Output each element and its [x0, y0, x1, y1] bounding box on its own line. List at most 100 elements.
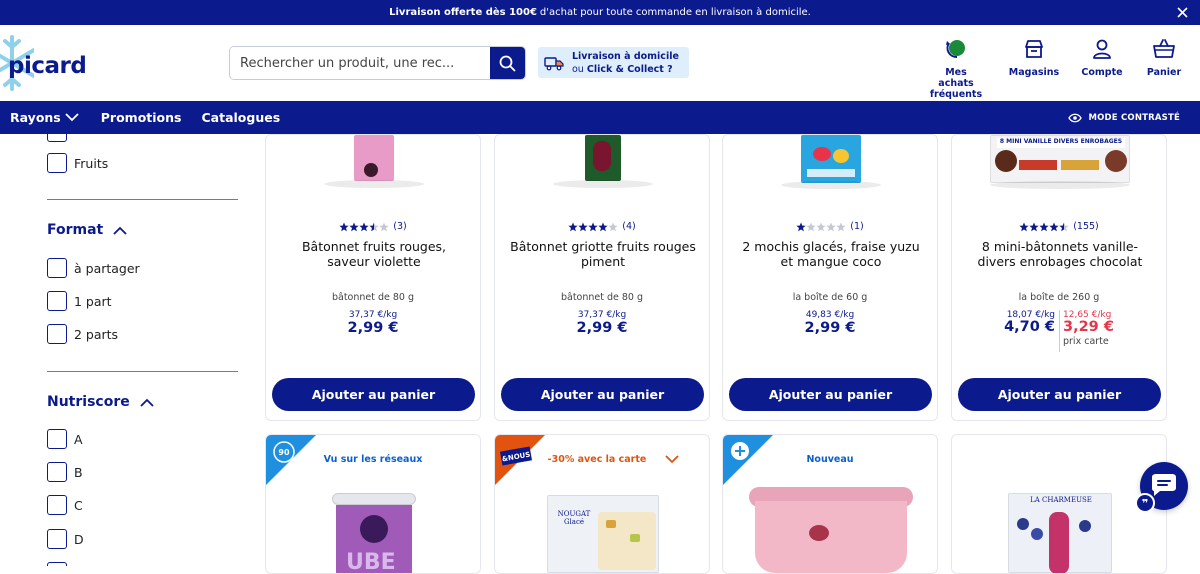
- logo-text: picard: [8, 53, 87, 79]
- product-price: 2,99 €: [804, 320, 856, 336]
- filter-option-nutri-d[interactable]: D: [47, 529, 84, 549]
- product-rating: (4): [495, 221, 709, 232]
- product-weight: bâtonnet de 80 g: [560, 292, 644, 303]
- filter-option-1-part[interactable]: 1 part: [47, 291, 112, 311]
- product-price: 2,99 €: [576, 320, 628, 336]
- product-tag: Vu sur les réseaux: [323, 454, 423, 465]
- product-image[interactable]: [749, 487, 913, 573]
- picard-logo[interactable]: picard: [0, 33, 110, 93]
- filter-option-nutri-b[interactable]: B: [47, 462, 83, 482]
- add-to-cart-button[interactable]: Ajouter au panier: [958, 378, 1161, 411]
- star-icon: [1049, 222, 1059, 231]
- delivery-mode-button[interactable]: Livraison à domicile ou Click & Collect …: [538, 47, 689, 78]
- product-card[interactable]: Nouveau: [722, 434, 938, 574]
- filter-option-label: D: [74, 531, 84, 547]
- format-filter-header[interactable]: Format: [47, 222, 127, 238]
- checkbox[interactable]: [47, 529, 67, 549]
- product-name[interactable]: Bâtonnet fruits rouges, saveur violette: [280, 239, 468, 269]
- product-card[interactable]: (3) Bâtonnet fruits rouges, saveur viole…: [265, 134, 481, 421]
- delivery-line1: Livraison à domicile: [572, 50, 679, 62]
- frequent-purchases-link[interactable]: Mes achats fréquents: [926, 37, 986, 100]
- rating-stars: [796, 222, 846, 232]
- product-card[interactable]: (4) Bâtonnet griotte fruits rouges pimen…: [494, 134, 710, 421]
- product-image[interactable]: [354, 135, 394, 181]
- star-icon: [806, 222, 816, 231]
- rating-stars: [1019, 222, 1069, 232]
- product-weight: la boîte de 260 g: [1018, 292, 1100, 303]
- top-banner: Livraison offerte dès 100€ d'achat pour …: [0, 0, 1200, 25]
- search-button[interactable]: [490, 47, 525, 79]
- product-image[interactable]: [801, 135, 861, 183]
- contrast-mode-toggle[interactable]: MODE CONTRASTÉ: [1068, 101, 1180, 134]
- filter-option-a-partager[interactable]: à partager: [47, 258, 140, 278]
- nutriscore-filter-header[interactable]: Nutriscore: [47, 394, 154, 410]
- product-name[interactable]: Bâtonnet griotte fruits rouges piment: [509, 239, 697, 269]
- delivery-text: Livraison à domicile ou Click & Collect …: [572, 50, 679, 76]
- checkbox[interactable]: [47, 462, 67, 482]
- search-input[interactable]: [230, 47, 490, 79]
- filter-option-label: C: [74, 497, 83, 513]
- cart-link[interactable]: Panier: [1144, 37, 1184, 78]
- filter-option-2-parts[interactable]: 2 parts: [47, 324, 118, 344]
- filter-option-nutri-c[interactable]: C: [47, 495, 83, 515]
- eye-icon: [1068, 113, 1083, 122]
- checkbox[interactable]: [47, 429, 67, 449]
- product-image[interactable]: NOUGAT Glacé: [547, 495, 659, 573]
- rating-count: (155): [1073, 221, 1099, 232]
- search-bar: [229, 46, 526, 80]
- product-card[interactable]: 8 MINI VANILLE DIVERS ENROBAGES (155) 8 …: [951, 134, 1167, 421]
- rating-stars: [568, 222, 618, 232]
- star-icon: [588, 222, 598, 231]
- star-icon: [826, 222, 836, 231]
- checkbox[interactable]: [47, 153, 67, 173]
- rating-stars: [339, 222, 389, 232]
- checkbox[interactable]: [47, 291, 67, 311]
- basket-icon: [1153, 39, 1175, 58]
- product-image[interactable]: [585, 135, 621, 181]
- filter-option-label: 1 part: [74, 293, 112, 309]
- close-icon[interactable]: [1174, 4, 1190, 20]
- divider: [47, 199, 238, 200]
- add-to-cart-button[interactable]: Ajouter au panier: [272, 378, 475, 411]
- promo-tag-row[interactable]: -30% avec la carte: [495, 454, 709, 465]
- product-image[interactable]: 8 MINI VANILLE DIVERS ENROBAGES: [990, 135, 1130, 183]
- checkbox[interactable]: [47, 134, 67, 142]
- filter-option-nutri-a[interactable]: A: [47, 429, 83, 449]
- nav-promotions-label: Promotions: [100, 110, 182, 125]
- star-icon: [379, 222, 389, 231]
- chevron-up-icon: [113, 226, 127, 235]
- product-card[interactable]: (1) 2 mochis glacés, fraise yuzu et mang…: [722, 134, 938, 421]
- filter-option-nutri-e[interactable]: [47, 562, 74, 566]
- add-to-cart-button[interactable]: Ajouter au panier: [729, 378, 932, 411]
- star-icon: [568, 222, 578, 231]
- filter-option-label: B: [74, 464, 83, 480]
- star-icon: [608, 222, 618, 231]
- product-price-per-kg: 37,37 €/kg: [348, 310, 398, 320]
- product-image[interactable]: UBE: [332, 493, 416, 573]
- product-image[interactable]: LA CHARMEUSE: [1008, 493, 1112, 573]
- product-name[interactable]: 8 mini-bâtonnets vanille-divers enrobage…: [966, 239, 1154, 269]
- nav-catalogues[interactable]: Catalogues: [201, 110, 280, 125]
- nav-promotions[interactable]: Promotions: [101, 110, 182, 125]
- star-icon: [1019, 222, 1029, 231]
- product-rating: (155): [952, 221, 1166, 232]
- filter-option-label: 2 parts: [74, 326, 119, 342]
- checkbox[interactable]: [47, 324, 67, 344]
- checkbox[interactable]: [47, 562, 67, 566]
- checkbox[interactable]: [47, 258, 67, 278]
- product-card[interactable]: 90 Vu sur les réseaux UBE: [265, 434, 481, 574]
- product-name[interactable]: 2 mochis glacés, fraise yuzu et mangue c…: [737, 239, 925, 269]
- rating-count: (1): [850, 221, 864, 232]
- add-to-cart-button[interactable]: Ajouter au panier: [501, 378, 704, 411]
- product-card[interactable]: &NOUS -30% avec la carte NOUGAT Glacé: [494, 434, 710, 574]
- product-price: 2,99 €: [347, 320, 399, 336]
- nav-rayons[interactable]: Rayons: [10, 110, 79, 125]
- account-link[interactable]: Compte: [1080, 37, 1124, 78]
- filter-option-fruits[interactable]: Fruits: [47, 153, 108, 173]
- stores-link[interactable]: Magasins: [1008, 37, 1060, 78]
- checkbox[interactable]: [47, 495, 67, 515]
- filter-option-hidden[interactable]: [47, 134, 74, 142]
- star-icon: [1029, 222, 1039, 231]
- product-price-per-kg: 49,83 €/kg: [805, 310, 855, 320]
- search-icon: [499, 55, 516, 71]
